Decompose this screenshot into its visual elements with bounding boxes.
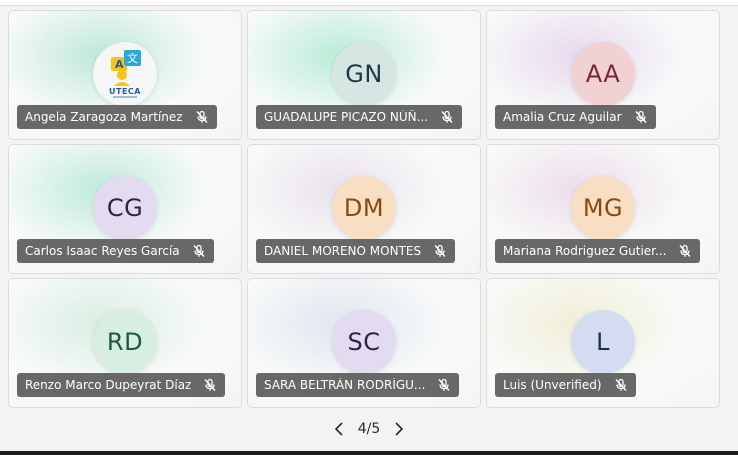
mic-muted-icon (614, 378, 628, 392)
participant-nameplate: SARA BELTRÁN RODRÍGU... (256, 373, 460, 397)
participant-tile[interactable]: DM DANIEL MORENO MONTES (247, 144, 481, 274)
participant-nameplate: DANIEL MORENO MONTES (256, 239, 456, 263)
participant-tile[interactable]: RD Renzo Marco Dupeyrat Díaz (8, 278, 242, 408)
mic-muted-icon (437, 378, 451, 392)
participant-name: GUADALUPE PICAZO NÚÑ... (264, 110, 429, 124)
participant-nameplate: Renzo Marco Dupeyrat Díaz (17, 373, 226, 397)
page-indicator: 4/5 (357, 421, 381, 437)
participant-avatar: DM (332, 176, 396, 240)
participant-name: Angela Zaragoza Martínez (25, 110, 183, 124)
participant-name: SARA BELTRÁN RODRÍGU... (264, 378, 426, 392)
chevron-left-icon (334, 422, 343, 436)
avatar-initials: CG (106, 194, 144, 222)
mic-muted-icon (195, 110, 209, 124)
mic-muted-icon (678, 244, 692, 258)
logo-icon: A 文 UTECA (93, 42, 157, 106)
participant-tile[interactable]: GN GUADALUPE PICAZO NÚÑ... (247, 10, 481, 140)
participant-tile[interactable]: A 文 UTECA Angela Zaragoza Martínez (8, 10, 242, 140)
participant-avatar: RD (93, 310, 157, 374)
participant-name: Renzo Marco Dupeyrat Díaz (25, 378, 192, 392)
avatar-initials: DM (343, 194, 385, 222)
participant-nameplate: Mariana Rodriguez Gutier... (495, 239, 701, 263)
participant-tile[interactable]: MG Mariana Rodriguez Gutier... (486, 144, 720, 274)
participant-nameplate: Amalia Cruz Aguilar (495, 105, 656, 129)
participant-avatar: MG (571, 176, 635, 240)
svg-text:文: 文 (127, 51, 139, 65)
pagination: 4/5 (0, 418, 738, 440)
participant-avatar: CG (93, 176, 157, 240)
avatar-initials: MG (582, 194, 624, 222)
participant-avatar: GN (332, 42, 396, 106)
next-page-button[interactable] (388, 418, 410, 440)
avatar-initials: L (596, 328, 610, 356)
bottom-bar (0, 451, 738, 455)
participant-avatar: L (571, 310, 635, 374)
translation-logo-icon: A 文 UTECA (94, 43, 156, 105)
logo-text: UTECA (109, 87, 141, 96)
mic-muted-icon (192, 244, 206, 258)
participant-nameplate: Carlos Isaac Reyes García (17, 239, 214, 263)
avatar-initials: GN (345, 60, 383, 88)
participant-avatar: AA (571, 42, 635, 106)
participant-avatar: SC (332, 310, 396, 374)
avatar-initials: RD (106, 328, 144, 356)
participant-grid: A 文 UTECA Angela Zaragoza Martínez GN GUAD… (8, 10, 720, 408)
top-bar (0, 0, 738, 6)
participant-tile[interactable]: L Luis (Unverified) (486, 278, 720, 408)
mic-muted-icon (203, 378, 217, 392)
participant-tile[interactable]: AA Amalia Cruz Aguilar (486, 10, 720, 140)
participant-nameplate: Luis (Unverified) (495, 373, 636, 397)
mic-muted-icon (440, 110, 454, 124)
participant-nameplate: GUADALUPE PICAZO NÚÑ... (256, 105, 463, 129)
participant-tile[interactable]: CG Carlos Isaac Reyes García (8, 144, 242, 274)
mic-muted-icon (433, 244, 447, 258)
participant-name: Luis (Unverified) (503, 378, 602, 392)
participant-nameplate: Angela Zaragoza Martínez (17, 105, 217, 129)
participant-name: Carlos Isaac Reyes García (25, 244, 180, 258)
participant-name: DANIEL MORENO MONTES (264, 244, 422, 258)
avatar-initials: SC (347, 328, 381, 356)
chevron-right-icon (395, 422, 404, 436)
avatar-initials: AA (585, 60, 621, 88)
mic-muted-icon (634, 110, 648, 124)
previous-page-button[interactable] (328, 418, 350, 440)
participant-tile[interactable]: SC SARA BELTRÁN RODRÍGU... (247, 278, 481, 408)
participant-name: Mariana Rodriguez Gutier... (503, 244, 667, 258)
participant-name: Amalia Cruz Aguilar (503, 110, 622, 124)
svg-text:A: A (115, 58, 124, 71)
